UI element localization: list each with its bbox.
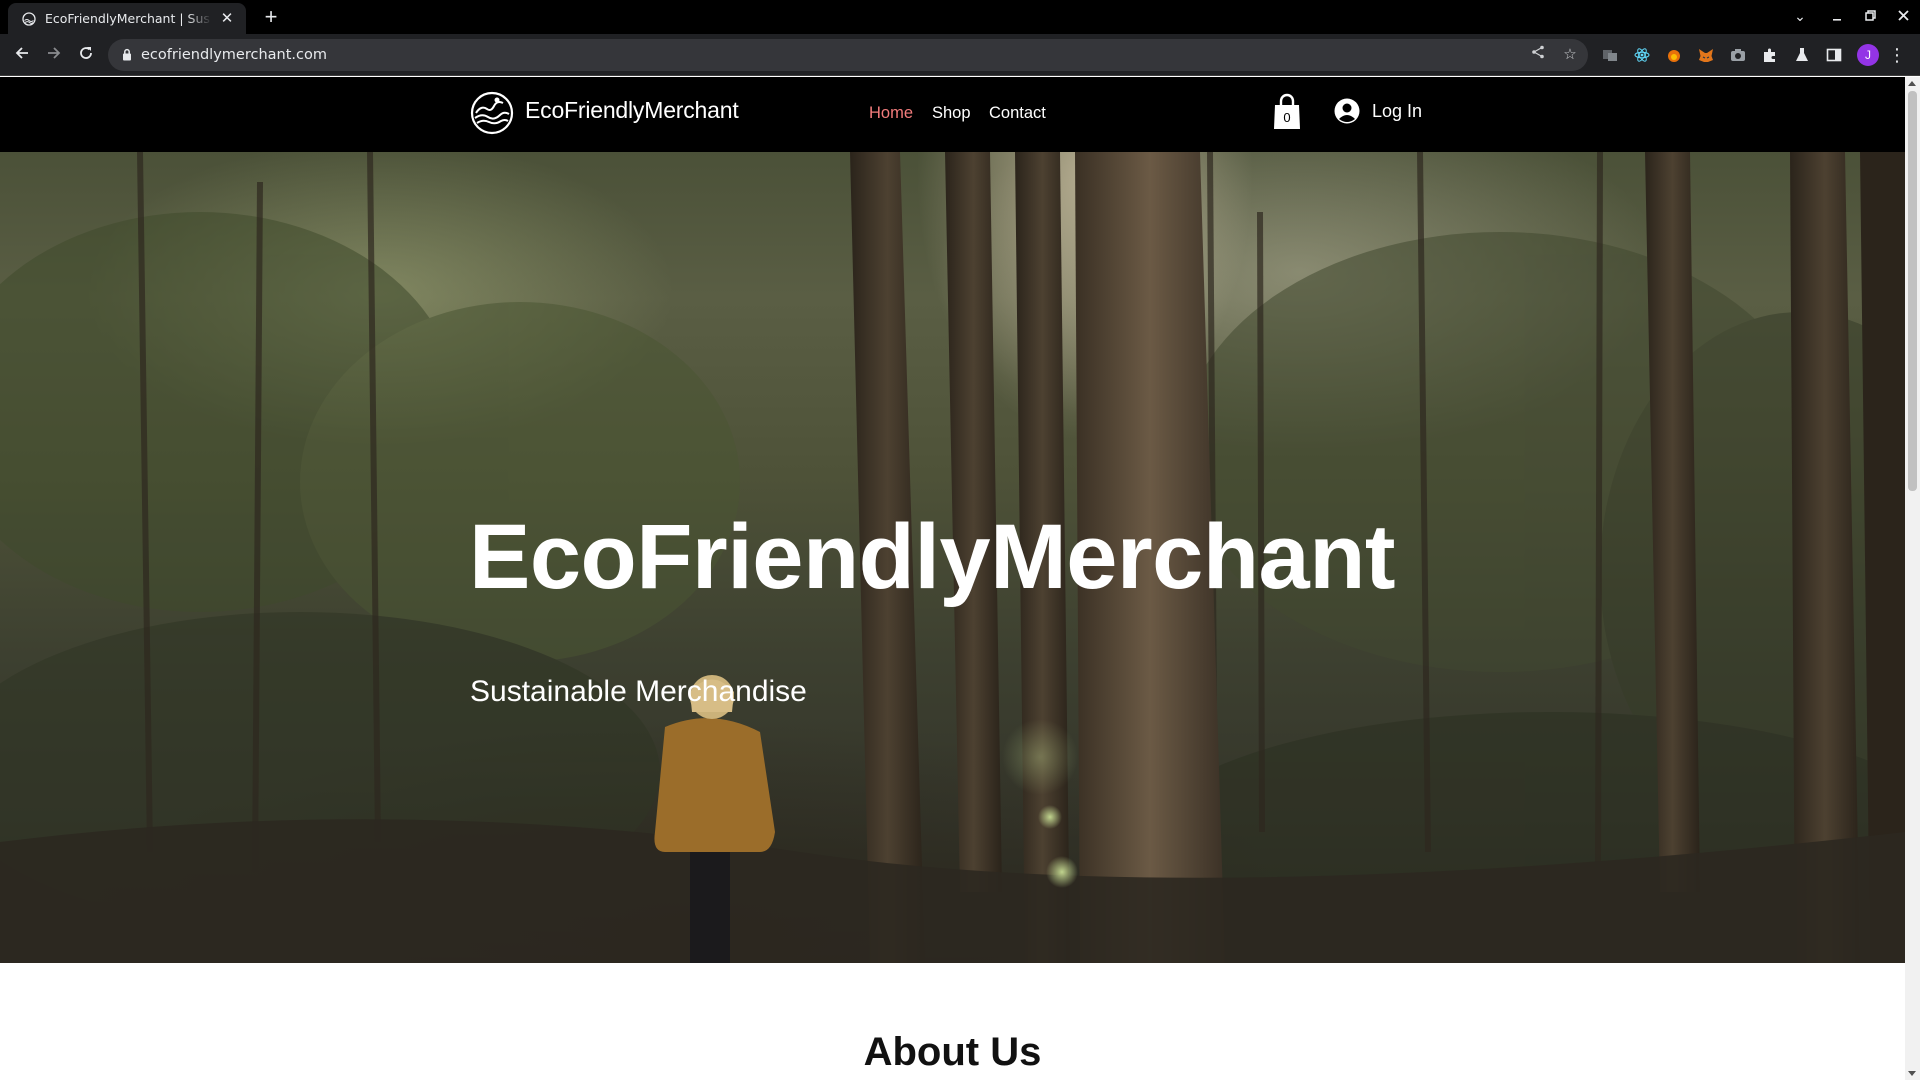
close-window-icon[interactable]: [1890, 5, 1916, 29]
user-avatar-icon: [1334, 98, 1360, 124]
tab-search-chevron-icon[interactable]: ⌄: [1787, 5, 1813, 29]
browser-tab-active[interactable]: EcoFriendlyMerchant | Sus ✕: [8, 3, 246, 34]
side-panel-icon[interactable]: [1824, 45, 1844, 65]
lock-icon[interactable]: [122, 48, 132, 61]
tab-title: EcoFriendlyMerchant | Sus: [45, 11, 210, 26]
metamask-fox-icon[interactable]: [1696, 45, 1716, 65]
nav-link-contact[interactable]: Contact: [989, 104, 1046, 123]
cart-button[interactable]: 0: [1272, 93, 1302, 131]
address-bar[interactable]: ecofriendlymerchant.com ☆: [108, 39, 1588, 71]
share-icon[interactable]: [1528, 45, 1548, 65]
login-button[interactable]: Log In: [1334, 98, 1422, 124]
camera-extension-icon[interactable]: [1728, 45, 1748, 65]
site-logo-text[interactable]: EcoFriendlyMerchant: [525, 97, 739, 124]
forward-arrow-icon[interactable]: [41, 42, 67, 68]
flask-labs-icon[interactable]: [1792, 45, 1812, 65]
restore-window-icon[interactable]: [1857, 5, 1883, 29]
back-arrow-icon[interactable]: [9, 42, 35, 68]
nav-link-home[interactable]: Home: [869, 104, 913, 123]
hero-banner: EcoFriendlyMerchant Sustainable Merchand…: [0, 152, 1905, 963]
minimize-window-icon[interactable]: [1824, 5, 1850, 29]
new-tab-button[interactable]: +: [258, 4, 284, 30]
scroll-down-arrow-icon[interactable]: [1908, 1071, 1916, 1076]
page-viewport: EcoFriendlyMerchant Home Shop Contact 0 …: [0, 77, 1905, 1080]
hero-subtitle: Sustainable Merchandise: [470, 675, 807, 708]
tab-close-icon[interactable]: ✕: [218, 10, 236, 28]
browser-menu-icon[interactable]: ⋮: [1888, 44, 1906, 66]
scrollbar-thumb[interactable]: [1908, 91, 1917, 491]
reload-icon[interactable]: [73, 42, 99, 68]
fire-extension-icon[interactable]: [1664, 45, 1684, 65]
hero-title: EcoFriendlyMerchant: [469, 506, 1396, 608]
about-us-heading: About Us: [863, 1030, 1042, 1074]
url-text[interactable]: ecofriendlymerchant.com: [141, 47, 327, 63]
cart-count-badge: 0: [1283, 110, 1291, 125]
login-label: Log In: [1372, 100, 1423, 121]
logo-waves-icon[interactable]: [470, 91, 514, 135]
react-devtools-icon[interactable]: [1632, 45, 1652, 65]
extension-icon[interactable]: [1600, 45, 1620, 65]
page-scrollbar[interactable]: [1905, 77, 1920, 1080]
scroll-up-arrow-icon[interactable]: [1908, 81, 1916, 86]
nav-link-shop[interactable]: Shop: [932, 104, 971, 123]
site-favicon-icon: [21, 11, 37, 27]
puzzle-extensions-icon[interactable]: [1760, 45, 1780, 65]
profile-avatar[interactable]: J: [1857, 44, 1879, 66]
browser-toolbar: ecofriendlymerchant.com ☆ J ⋮: [0, 34, 1920, 76]
bookmark-star-icon[interactable]: ☆: [1560, 45, 1580, 65]
site-header: EcoFriendlyMerchant Home Shop Contact 0 …: [0, 77, 1905, 152]
browser-tab-strip: EcoFriendlyMerchant | Sus ✕ + ⌄: [0, 0, 1920, 34]
